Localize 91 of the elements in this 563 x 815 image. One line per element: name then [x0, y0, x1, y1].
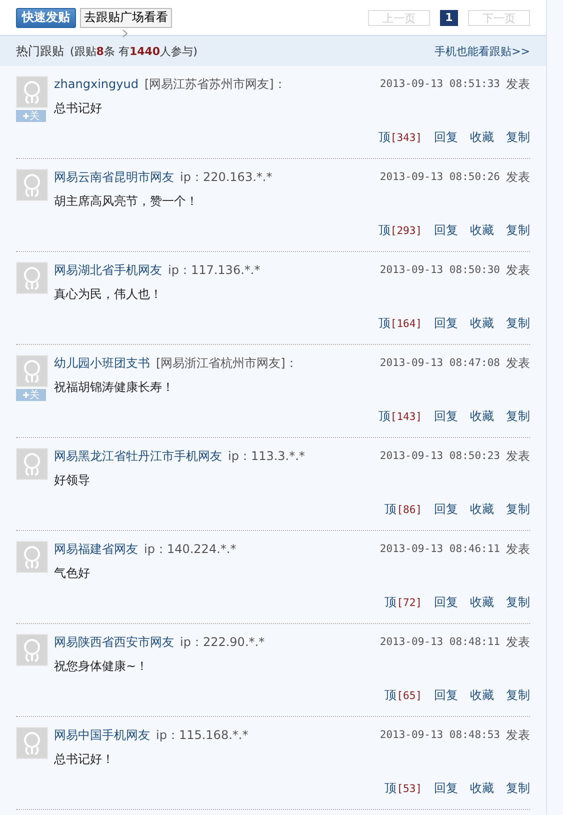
user-name[interactable]: 网易中国手机网友 [54, 726, 150, 744]
post-summary: (跟贴8条 有1440人参与) [70, 44, 198, 58]
posted-label: 发表 [506, 262, 530, 278]
post-time: 2013-09-13 08:48:53 [380, 729, 500, 741]
user-name[interactable]: 网易湖北省手机网友 [54, 262, 162, 278]
plus-icon [22, 113, 28, 119]
plaza-button[interactable]: 去跟贴广场看看 [80, 8, 172, 28]
post-content: 总书记好 [54, 100, 103, 117]
post-action-link[interactable]: 回复 [434, 780, 458, 797]
post-content: 真心为民，伟人也！ [54, 286, 163, 303]
avatar-icon [16, 448, 48, 480]
user-origin: ip：115.168.*.* [156, 726, 248, 744]
user-name[interactable]: zhangxingyud [54, 77, 138, 91]
post-action-link[interactable]: 复制 [506, 501, 530, 518]
user-origin: ip：222.90.*.* [180, 634, 265, 650]
avatar-icon [16, 727, 48, 759]
post-action-link[interactable]: 回复 [434, 687, 458, 704]
post-action-link[interactable]: 回复 [434, 501, 458, 518]
post-action-link[interactable]: 复制 [506, 222, 530, 239]
post-time: 2013-09-13 08:46:11 [380, 543, 500, 555]
post-action-link[interactable]: 复制 [506, 687, 530, 704]
plus-icon [22, 392, 28, 398]
post-action-link[interactable]: 回复 [434, 222, 458, 239]
upvote-link[interactable]: 顶[164] [378, 315, 422, 332]
post-time: 2013-09-13 08:50:30 [380, 264, 500, 276]
avatar-icon [16, 169, 48, 201]
user-origin: ip：117.136.*.* [168, 262, 260, 278]
avatar-icon [16, 634, 48, 666]
upvote-link[interactable]: 顶[143] [378, 408, 422, 425]
post-time: 2013-09-13 08:48:11 [380, 636, 500, 648]
post-action-link[interactable]: 回复 [434, 129, 458, 146]
post-content: 气色好 [54, 565, 91, 582]
post-action-link[interactable]: 收藏 [470, 222, 494, 239]
post-time: 2013-09-13 08:51:33 [380, 78, 500, 90]
post-content: 祝您身体健康~！ [54, 658, 150, 675]
post-action-link[interactable]: 复制 [506, 315, 530, 332]
user-name[interactable]: 网易陕西省西安市网友 [54, 634, 174, 650]
user-origin: ip：140.224.*.* [144, 540, 236, 558]
user-name[interactable]: 幼儿园小班团支书 [54, 354, 150, 372]
posted-label: 发表 [506, 448, 530, 464]
post-content: 好领导 [54, 472, 91, 489]
post-action-link[interactable]: 收藏 [470, 129, 494, 146]
post-action-link[interactable]: 复制 [506, 408, 530, 425]
user-name[interactable]: 网易云南省昆明市网友 [54, 168, 174, 186]
posted-label: 发表 [506, 76, 530, 92]
post-time: 2013-09-13 08:50:23 [380, 450, 500, 462]
post-action-link[interactable]: 收藏 [470, 315, 494, 332]
post-action-link[interactable]: 收藏 [470, 408, 494, 425]
post-action-link[interactable]: 回复 [434, 594, 458, 611]
posted-label: 发表 [506, 540, 530, 558]
upvote-link[interactable]: 顶[72] [384, 594, 422, 611]
avatar-icon [16, 76, 48, 108]
user-origin: [网易江苏省苏州市网友]： [144, 76, 286, 92]
user-name[interactable]: 网易黑龙江省牡丹江市手机网友 [54, 448, 222, 464]
post-content: 祝福胡锦涛健康长寿！ [54, 379, 175, 396]
post-action-link[interactable]: 回复 [434, 408, 458, 425]
post-action-link[interactable]: 回复 [434, 315, 458, 332]
upvote-link[interactable]: 顶[293] [378, 222, 422, 239]
upvote-link[interactable]: 顶[65] [384, 687, 422, 704]
user-name[interactable]: 网易福建省网友 [54, 540, 138, 558]
post-action-link[interactable]: 复制 [506, 594, 530, 611]
avatar-icon [16, 262, 48, 294]
upvote-link[interactable]: 顶[86] [384, 501, 422, 518]
posted-label: 发表 [506, 726, 530, 744]
chevron-icon [122, 28, 128, 38]
post-time: 2013-09-13 08:47:08 [380, 357, 500, 369]
upvote-link[interactable]: 顶[343] [378, 129, 422, 146]
user-origin: ip：113.3.*.* [228, 448, 305, 464]
post-action-link[interactable]: 收藏 [470, 687, 494, 704]
post-action-link[interactable]: 收藏 [470, 594, 494, 611]
post-action-link[interactable]: 复制 [506, 780, 530, 797]
user-origin: [网易浙江省杭州市网友]： [156, 354, 298, 372]
avatar-icon [16, 541, 48, 573]
follow-label: 关 [30, 388, 40, 402]
mobile-link[interactable]: 手机也能看跟贴>> [434, 44, 530, 58]
post-time: 2013-09-13 08:50:26 [380, 171, 500, 183]
quick-post-button[interactable]: 快速发贴 [16, 8, 76, 28]
user-origin: ip：220.163.*.* [180, 168, 272, 186]
post-action-link[interactable]: 收藏 [470, 501, 494, 518]
avatar-icon [16, 355, 48, 387]
post-action-link[interactable]: 复制 [506, 129, 530, 146]
post-content: 总书记好！ [54, 751, 115, 768]
follow-label: 关 [30, 110, 40, 123]
posted-label: 发表 [506, 168, 530, 186]
page-number-button[interactable]: 1 [440, 10, 458, 26]
posted-label: 发表 [506, 354, 530, 372]
post-content: 胡主席高风亮节，赞一个！ [54, 193, 199, 210]
section-title: 热门跟贴 [16, 42, 64, 60]
upvote-link[interactable]: 顶[53] [384, 780, 422, 797]
posted-label: 发表 [506, 634, 530, 650]
post-action-link[interactable]: 收藏 [470, 780, 494, 797]
